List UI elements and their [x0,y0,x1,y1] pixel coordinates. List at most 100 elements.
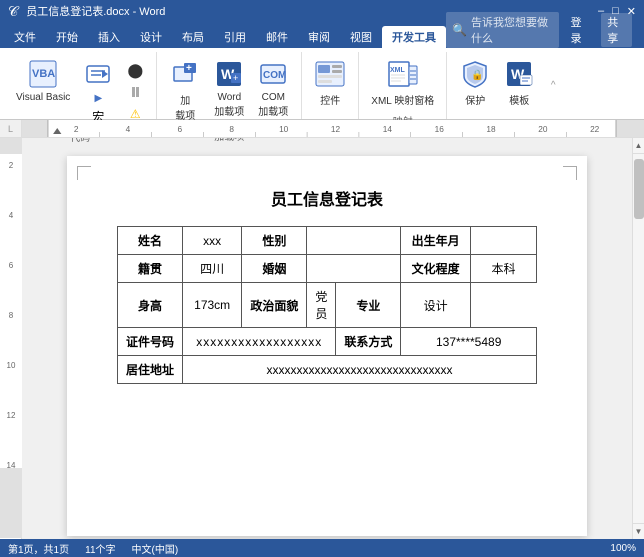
svg-text:8: 8 [229,125,234,134]
svg-text:VBA: VBA [32,68,55,80]
label-gender: 性别 [242,227,307,255]
tab-dev[interactable]: 开发工具 [382,26,446,48]
template-icon: W [503,58,535,90]
table-row: 居住地址 xxxxxxxxxxxxxxxxxxxxxxxxxxxxxxx [118,356,537,384]
table-row: 身高 173cm 政治面貌 党员 专业 设计 [118,283,537,328]
svg-text:4: 4 [126,125,131,134]
macro-run-btn[interactable]: ▶ [85,88,111,108]
tab-mail[interactable]: 邮件 [256,26,298,48]
tab-insert[interactable]: 插入 [88,26,130,48]
protect-button[interactable]: 🔒 保护 [455,56,495,109]
ribbon-group-addins-items: + 加载项 W + Word加载项 [165,52,293,128]
tab-file[interactable]: 文件 [4,26,46,48]
svg-text:10: 10 [7,361,16,370]
svg-text:12: 12 [7,411,16,420]
table-row: 籍贯 四川 婚姻 文化程度 本科 [118,255,537,283]
vba-label: Visual Basic [16,92,70,103]
ribbon-group-addins: + 加载项 W + Word加载项 [157,52,302,119]
svg-text:10: 10 [279,125,289,134]
scroll-up-btn[interactable]: ▲ [633,138,644,154]
value-education: 本科 [470,255,536,283]
ruler-corner[interactable]: L [0,120,22,137]
ribbon-group-mapping-items: XML XML 映射窗格 [367,52,438,113]
label-dob: 出生年月 [401,227,471,255]
value-id: xxxxxxxxxxxxxxxxxx [183,328,336,356]
svg-text:16: 16 [435,125,445,134]
xml-mapping-label: XML 映射窗格 [371,92,434,107]
tab-layout[interactable]: 布局 [172,26,214,48]
value-politics: 党员 [307,283,336,328]
page-title: 员工信息登记表 [117,186,537,210]
status-zoom: 100% [610,543,636,554]
scroll-down-btn[interactable]: ▼ [633,523,644,539]
template-label: 模板 [509,92,529,107]
xml-mapping-icon: XML [387,58,419,90]
add-addin-icon: + [169,58,201,90]
ruler-vertical: 2 4 6 8 10 12 14 [0,138,22,539]
vertical-scrollbar[interactable]: ▲ ▼ [632,138,644,539]
macro-button[interactable] [78,56,118,92]
com-addin-button[interactable]: COM COM加载项 [253,56,293,120]
svg-text:8: 8 [9,311,14,320]
macro-icon [82,58,114,90]
login-btn[interactable]: 登录 [571,14,590,46]
vba-button[interactable]: VBA Visual Basic [12,56,74,105]
svg-text:COM: COM [263,70,286,81]
svg-text:20: 20 [538,125,548,134]
vba-icon: VBA [27,58,59,90]
svg-text:XML: XML [390,67,406,74]
title-bar-left: 𝒞 员工信息登记表.docx - Word [8,3,165,20]
add-addin-button[interactable]: + 加载项 [165,56,205,124]
value-hometown: 四川 [183,255,242,283]
ribbon-group-code: VBA Visual Basic [4,52,157,119]
document-content: 员工信息登记表 姓名 xxx 性别 出生年月 [22,138,632,539]
svg-text:4: 4 [9,211,14,220]
ribbon-collapse-btn[interactable]: ^ [547,52,559,119]
tab-design[interactable]: 设计 [130,26,172,48]
label-hometown: 籍贯 [118,255,183,283]
ribbon-group-code-items: VBA Visual Basic [12,52,148,129]
control-button[interactable]: 控件 [310,56,350,109]
ribbon-group-protection-items: 🔒 保护 W 模板 [455,52,539,117]
title-filename: 员工信息登记表.docx - Word [26,3,165,19]
svg-text:14: 14 [7,461,16,470]
template-button[interactable]: W 模板 [499,56,539,109]
label-id: 证件号码 [118,328,183,356]
tab-review[interactable]: 审阅 [298,26,340,48]
status-lang: 中文(中国) [132,541,179,556]
search-hint[interactable]: 告诉我您想要做什么 [471,14,553,46]
svg-text:2: 2 [74,125,79,134]
ribbon-tabs: 文件 开始 插入 设计 布局 引用 邮件 审阅 视图 开发工具 🔍 告诉我您想要… [0,22,644,48]
table-row: 姓名 xxx 性别 出生年月 [118,227,537,255]
macro-run-icon: ▶ [88,89,108,107]
doc-scroll-area[interactable]: 员工信息登记表 姓名 xxx 性别 出生年月 [22,138,632,539]
com-addin-label: COM加载项 [258,92,288,118]
value-major: 设计 [401,283,471,328]
protect-label: 保护 [465,92,485,107]
value-address: xxxxxxxxxxxxxxxxxxxxxxxxxxxxxxx [183,356,537,384]
app-window: 𝒞 员工信息登记表.docx - Word – □ ✕ 文件 开始 插入 设计 … [0,0,644,557]
xml-mapping-button[interactable]: XML XML 映射窗格 [367,56,438,109]
svg-text:6: 6 [178,125,183,134]
macro-record-btn[interactable]: ⬤ [122,60,148,80]
value-height: 173cm [183,283,242,328]
ribbon-macro-small-group: ⬤ ⚠ [122,60,148,124]
scroll-thumb[interactable] [634,159,644,219]
document-page: 员工信息登记表 姓名 xxx 性别 出生年月 [67,156,587,536]
status-word-count: 11个字 [85,541,115,556]
tab-home[interactable]: 开始 [46,26,88,48]
value-name: xxx [183,227,242,255]
ribbon-group-protection: 🔒 保护 W 模板 [447,52,547,119]
tab-view[interactable]: 视图 [340,26,382,48]
label-address: 居住地址 [118,356,183,384]
employee-info-table: 姓名 xxx 性别 出生年月 籍贯 四川 婚姻 [117,226,537,384]
ruler-horizontal: L 2 4 6 8 10 12 14 16 18 20 22 [0,120,644,138]
svg-text:+: + [233,73,238,83]
label-major: 专业 [336,283,401,328]
macro-pause-btn[interactable] [122,82,148,102]
ribbon-group-controls-items: 控件 [310,52,350,117]
tab-refs[interactable]: 引用 [214,26,256,48]
label-name: 姓名 [118,227,183,255]
share-btn[interactable]: 共享 [601,13,632,47]
word-addin-button[interactable]: W + Word加载项 [209,56,249,120]
